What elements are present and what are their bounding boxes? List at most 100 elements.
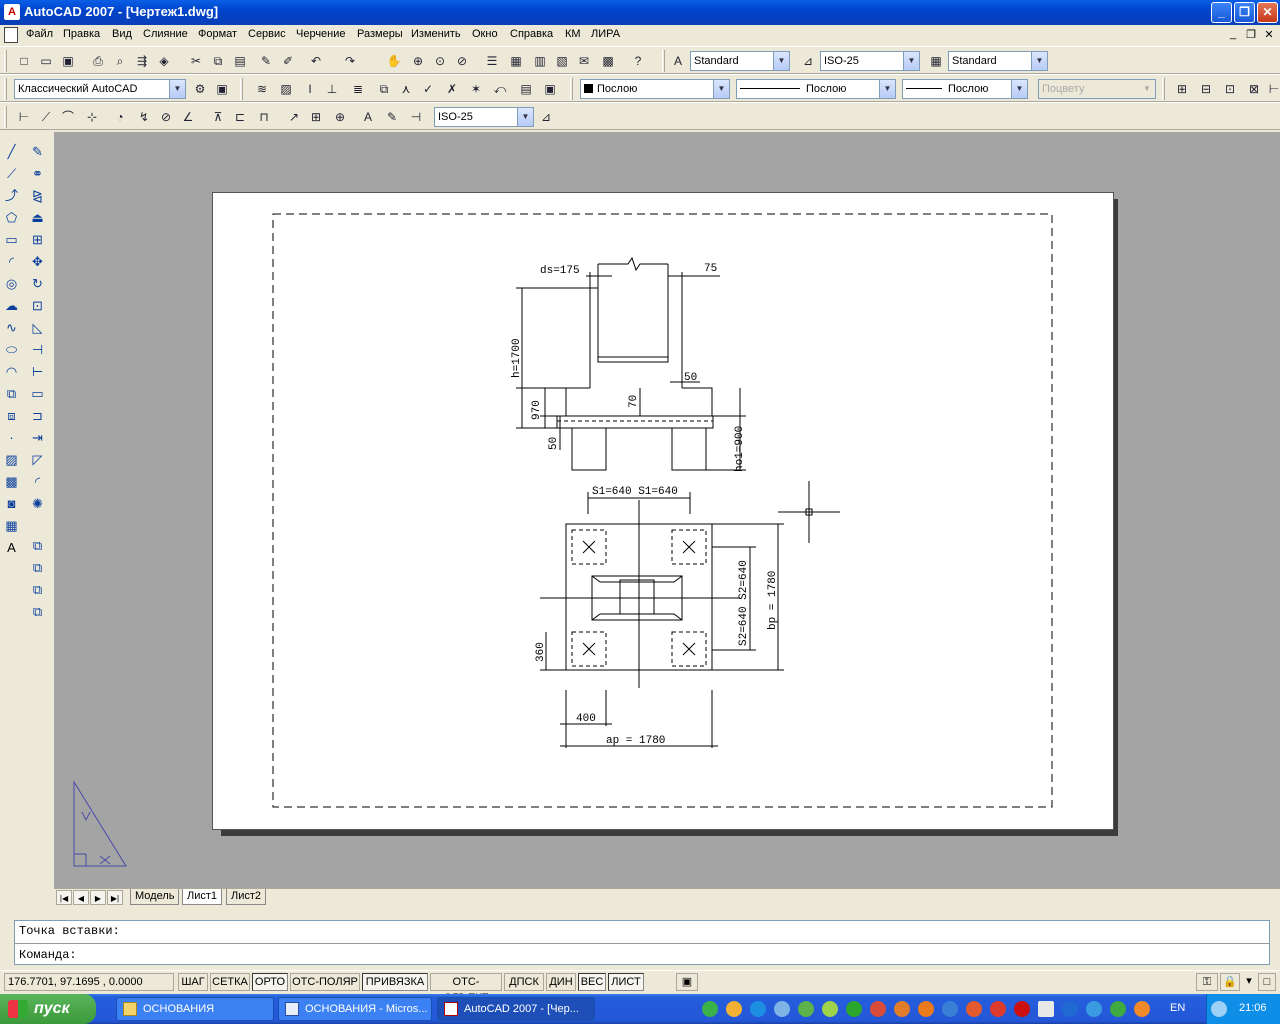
tray-app-icon[interactable] bbox=[918, 1001, 934, 1017]
region-icon[interactable]: ◙ bbox=[1, 494, 22, 514]
paste-icon[interactable]: ▤ bbox=[230, 51, 250, 71]
tray-app-icon[interactable] bbox=[1086, 1001, 1102, 1017]
publish-icon[interactable]: ⇶ bbox=[132, 51, 152, 71]
maximize-viewport-icon[interactable]: ▣ bbox=[676, 973, 698, 991]
dim-ordinate-icon[interactable]: ⊹ bbox=[82, 107, 102, 127]
tray-app-icon[interactable] bbox=[1134, 1001, 1150, 1017]
lineweight-select[interactable]: Послою ▼ bbox=[902, 79, 1028, 99]
menu-tools[interactable]: Сервис bbox=[248, 28, 286, 40]
extend-icon[interactable]: ⊢ bbox=[27, 362, 48, 382]
text-style-select[interactable]: Standard ▼ bbox=[690, 51, 790, 71]
first-tab-icon[interactable]: |◀ bbox=[56, 890, 72, 905]
dim-quick-icon[interactable]: ⊼ bbox=[208, 107, 228, 127]
cut-icon[interactable]: ✂ bbox=[186, 51, 206, 71]
command-line-input[interactable]: Команда: bbox=[19, 948, 77, 962]
layer-manager-icon[interactable]: ≋ bbox=[252, 79, 272, 99]
draworder-front-icon[interactable]: ⧉ bbox=[27, 536, 48, 556]
tray-app-icon[interactable] bbox=[1014, 1001, 1030, 1017]
linetype-select[interactable]: Послою ▼ bbox=[736, 79, 896, 99]
trim-icon[interactable]: ⊣ bbox=[27, 340, 48, 360]
layer-check-icon[interactable]: ✓ bbox=[418, 79, 438, 99]
scale-icon[interactable]: ⊡ bbox=[27, 296, 48, 316]
close-button[interactable]: ✕ bbox=[1257, 2, 1278, 23]
layer-lock-icon[interactable]: ⤺ bbox=[490, 79, 510, 99]
menu-format[interactable]: Формат bbox=[198, 28, 237, 40]
insert-block-icon[interactable]: ⧉ bbox=[1, 384, 22, 404]
task-folder-osnovaniya[interactable]: ОСНОВАНИЯ bbox=[116, 997, 274, 1021]
osnap-toggle[interactable]: ПРИВЯЗКА bbox=[362, 973, 428, 991]
properties-icon[interactable]: ☰ bbox=[482, 51, 502, 71]
toolbar-grip[interactable] bbox=[662, 50, 665, 72]
ortho-toggle[interactable]: ОРТО bbox=[252, 973, 288, 991]
spline-icon[interactable]: ∿ bbox=[1, 318, 22, 338]
tray-app-icon[interactable] bbox=[846, 1001, 862, 1017]
zoom-previous-icon[interactable]: ⊘ bbox=[452, 51, 472, 71]
point-icon[interactable]: · bbox=[1, 428, 22, 448]
pan-icon[interactable]: ✋ bbox=[384, 51, 404, 71]
dim-edit-icon[interactable]: A bbox=[358, 107, 378, 127]
ucs-icon[interactable]: ⊞ bbox=[1172, 79, 1192, 99]
dyn-toggle[interactable]: ДИН bbox=[546, 973, 576, 991]
tray-app-icon[interactable] bbox=[942, 1001, 958, 1017]
join-icon[interactable]: ⇥ bbox=[27, 428, 48, 448]
menu-view[interactable]: Вид bbox=[112, 28, 132, 40]
command-history[interactable]: Точка вставки: Команда: bbox=[14, 920, 1270, 965]
dim-angular-icon[interactable]: ∠ bbox=[178, 107, 198, 127]
layer-delete-icon[interactable]: ▣ bbox=[540, 79, 560, 99]
table-icon[interactable]: ▦ bbox=[1, 516, 22, 536]
language-indicator[interactable]: EN bbox=[1170, 1002, 1185, 1014]
dim-text-edit-icon[interactable]: ✎ bbox=[382, 107, 402, 127]
restore-button[interactable]: ❐ bbox=[1234, 2, 1255, 23]
ucs-world-icon[interactable]: ⊟ bbox=[1196, 79, 1216, 99]
center-mark-icon[interactable]: ⊕ bbox=[330, 107, 350, 127]
chamfer-icon[interactable]: ◸ bbox=[27, 450, 48, 470]
menu-merge[interactable]: Слияние bbox=[143, 28, 188, 40]
hatch-draw-icon[interactable]: ▨ bbox=[1, 450, 22, 470]
stretch-icon[interactable]: ◺ bbox=[27, 318, 48, 338]
rectangle-icon[interactable]: ▭ bbox=[1, 230, 22, 250]
arc-icon[interactable]: ◜ bbox=[1, 252, 22, 272]
zoom-window-icon[interactable]: ⊙ bbox=[430, 51, 450, 71]
lineweight-toggle[interactable]: ВЕС bbox=[578, 973, 606, 991]
dim-diameter-icon[interactable]: ⊘ bbox=[156, 107, 176, 127]
move-icon[interactable]: ✥ bbox=[27, 252, 48, 272]
menu-file[interactable]: Файл bbox=[26, 28, 53, 40]
tray-app-icon[interactable] bbox=[798, 1001, 814, 1017]
copy-icon[interactable]: ⧉ bbox=[208, 51, 228, 71]
last-tab-icon[interactable]: ▶| bbox=[107, 890, 123, 905]
rotate-icon[interactable]: ↻ bbox=[27, 274, 48, 294]
array-icon[interactable]: ⊞ bbox=[27, 230, 48, 250]
match-properties-icon[interactable]: ✎ bbox=[256, 51, 276, 71]
paper-sheet[interactable] bbox=[212, 192, 1114, 830]
draworder-back-icon[interactable]: ⧉ bbox=[27, 558, 48, 578]
table-style-select[interactable]: Standard ▼ bbox=[948, 51, 1048, 71]
offset-icon[interactable]: ⏏ bbox=[27, 208, 48, 228]
polar-toggle[interactable]: ОТС-ПОЛЯР bbox=[290, 973, 360, 991]
dim-update-icon[interactable]: ⊣ bbox=[406, 107, 426, 127]
dim-linear-icon[interactable]: ⊢ bbox=[14, 107, 34, 127]
markup-icon[interactable]: ✉ bbox=[574, 51, 594, 71]
3d-dwf-icon[interactable]: ◈ bbox=[154, 51, 174, 71]
comm-center-icon[interactable]: ⚿ bbox=[1196, 973, 1218, 991]
tray-app-icon[interactable] bbox=[750, 1001, 766, 1017]
ucs-3point-icon[interactable]: ⊠ bbox=[1244, 79, 1264, 99]
erase-icon[interactable]: ✎ bbox=[27, 142, 48, 162]
ellipse-icon[interactable]: ⬭ bbox=[1, 340, 22, 360]
menu-window[interactable]: Окно bbox=[472, 28, 498, 40]
break-at-point-icon[interactable]: ▭ bbox=[27, 384, 48, 404]
tab-model[interactable]: Модель bbox=[130, 889, 180, 905]
layer-copy-icon[interactable]: ⧉ bbox=[374, 79, 394, 99]
text-i-icon[interactable]: I bbox=[300, 79, 320, 99]
workspace-select[interactable]: Классический AutoCAD ▼ bbox=[14, 79, 186, 99]
layer-merge-icon[interactable]: ▤ bbox=[516, 79, 536, 99]
status-menu-icon[interactable]: ▾ bbox=[1242, 973, 1256, 991]
prev-tab-icon[interactable]: ◀ bbox=[73, 890, 89, 905]
undo-icon[interactable]: ↶ bbox=[306, 51, 326, 71]
tab-sheet2[interactable]: Лист2 bbox=[226, 889, 267, 905]
snap-toggle[interactable]: ШАГ bbox=[178, 973, 208, 991]
paper-toggle[interactable]: ЛИСТ bbox=[608, 973, 644, 991]
calculator-icon[interactable]: ▩ bbox=[598, 51, 618, 71]
workspace-save-icon[interactable]: ▣ bbox=[212, 79, 232, 99]
design-center-icon[interactable]: ▦ bbox=[506, 51, 526, 71]
make-block-icon[interactable]: ⧈ bbox=[1, 406, 22, 426]
